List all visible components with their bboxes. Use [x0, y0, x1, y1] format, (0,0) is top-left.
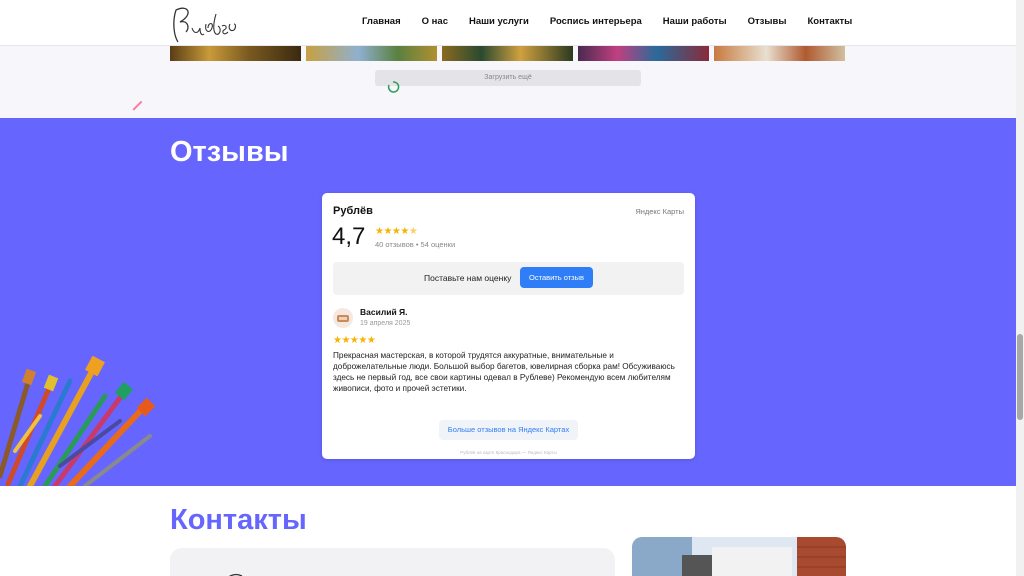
gallery-image[interactable] [714, 46, 845, 61]
gallery-image[interactable] [170, 46, 301, 61]
nav-link-contacts[interactable]: Контакты [807, 16, 852, 27]
leave-review-button[interactable]: Оставить отзыв [520, 267, 593, 288]
widget-footer-note[interactable]: Рублёв на карте Краснодара — Яндекс Карт… [322, 450, 695, 455]
gallery-image[interactable] [306, 46, 437, 61]
review-stars-icon: ★★★★★ [333, 335, 376, 346]
building-photo [632, 537, 846, 576]
site-header: Главная О нас Наши услуги Роспись интерь… [0, 0, 1016, 46]
rate-us-box: Поставьте нам оценку Оставить отзыв [333, 262, 684, 295]
nav-link-services[interactable]: Наши услуги [469, 16, 529, 27]
reviewer-avatar-icon [337, 315, 349, 322]
section-title: Отзывы [170, 136, 289, 168]
building-image [632, 537, 846, 576]
section-title: Контакты [170, 504, 307, 536]
gallery-image[interactable] [442, 46, 573, 61]
rating-value: 4,7 [332, 223, 366, 250]
nav-link-interior-painting[interactable]: Роспись интерьера [550, 16, 642, 27]
nav-link-reviews[interactable]: Отзывы [748, 16, 787, 27]
contact-info-card [170, 548, 615, 576]
page-scrollbar[interactable] [1016, 0, 1024, 576]
review-date: 19 апреля 2025 [360, 320, 411, 327]
review-counts: 40 отзывов • 54 оценки [375, 240, 456, 249]
main-nav: Главная О нас Наши услуги Роспись интерь… [362, 16, 852, 27]
gallery-thumbnails [170, 46, 845, 61]
review-text: Прекрасная мастерская, в которой трудятс… [333, 351, 675, 393]
yandex-reviews-widget: Рублёв Яндекс Карты 4,7 ★★★★★ 40 отзывов… [322, 193, 695, 459]
more-reviews-button[interactable]: Больше отзывов на Яндекс Картах [439, 420, 578, 440]
logo-script [173, 7, 237, 43]
rate-prompt: Поставьте нам оценку [424, 273, 512, 283]
gallery-section: Загрузить ещё [0, 46, 1016, 139]
paint-brushes-illustration [0, 356, 156, 486]
review-author[interactable]: Василий Я. [360, 307, 408, 317]
gallery-image[interactable] [578, 46, 709, 61]
decorative-line [132, 100, 143, 111]
nav-link-about[interactable]: О нас [422, 16, 448, 27]
logo-partial-icon [229, 573, 243, 576]
nav-link-works[interactable]: Наши работы [663, 16, 727, 27]
load-more-button[interactable]: Загрузить ещё [375, 70, 641, 86]
yandex-maps-link[interactable]: Яндекс Карты [635, 207, 684, 216]
loading-spinner-icon [387, 81, 400, 93]
avatar [333, 308, 353, 328]
rating-stars-icon: ★★★★★ [375, 226, 418, 237]
logo[interactable] [168, 2, 238, 44]
reviews-section: Отзывы Рублёв Яндекс Карты 4,7 ★★★★★ 40 … [0, 118, 1016, 486]
business-name[interactable]: Рублёв [333, 205, 373, 217]
scrollbar-thumb[interactable] [1017, 334, 1023, 420]
nav-link-home[interactable]: Главная [362, 16, 401, 27]
